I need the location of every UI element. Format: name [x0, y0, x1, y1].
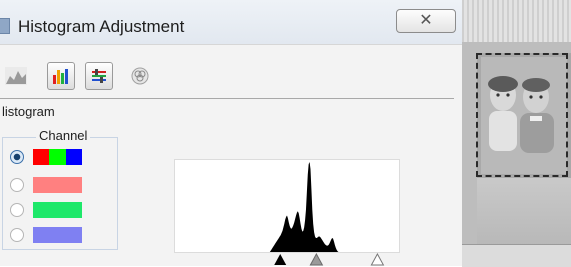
channel-rgb-swatch[interactable] [33, 149, 82, 165]
dialog-title: Histogram Adjustment [18, 17, 185, 36]
channel-blue-swatch[interactable] [33, 227, 82, 243]
gray-point-slider [309, 252, 324, 266]
color-bars-icon [53, 69, 68, 84]
channel-label: Channel [36, 128, 91, 143]
channel-blue-radio[interactable] [10, 228, 24, 242]
mountain-histogram-icon [5, 67, 27, 85]
histogram-graph [175, 162, 399, 252]
canvas-background-strip [462, 0, 571, 42]
histogram-view-button[interactable] [2, 62, 30, 90]
blue-swatch-segment [65, 149, 82, 165]
close-button[interactable]: ✕ [396, 9, 456, 33]
histogram-plot [174, 159, 400, 253]
black-point-slider [274, 254, 287, 265]
green-swatch-segment [49, 149, 66, 165]
histogram-adjustment-dialog: Histogram Adjustment ✕ listogram Channel [0, 0, 462, 266]
histogram-section-label: listogram [2, 104, 55, 119]
toolbar-separator [0, 44, 462, 45]
sliders-icon [92, 69, 106, 83]
levels-slider-track[interactable] [174, 252, 404, 266]
histogram-distribution [175, 162, 399, 252]
app-icon [0, 18, 10, 34]
levels-slider-graphic [274, 252, 385, 266]
channel-rgb-radio[interactable] [10, 150, 24, 164]
section-divider [0, 98, 454, 99]
white-point-slider [370, 252, 385, 266]
crop-selection-marquee[interactable] [476, 53, 568, 177]
photo-edge-strip [462, 244, 571, 267]
color-wheel-button[interactable] [126, 62, 154, 90]
close-icon: ✕ [419, 12, 433, 29]
channel-green-radio[interactable] [10, 203, 24, 217]
channel-green-swatch[interactable] [33, 202, 82, 218]
channel-red-swatch[interactable] [33, 177, 82, 193]
red-swatch-segment [33, 149, 50, 165]
color-wheel-icon [131, 67, 149, 85]
levels-sliders-button[interactable] [85, 62, 113, 90]
title-bar[interactable]: Histogram Adjustment ✕ [0, 0, 462, 44]
channel-red-radio[interactable] [10, 178, 24, 192]
color-bars-button[interactable] [47, 62, 75, 90]
